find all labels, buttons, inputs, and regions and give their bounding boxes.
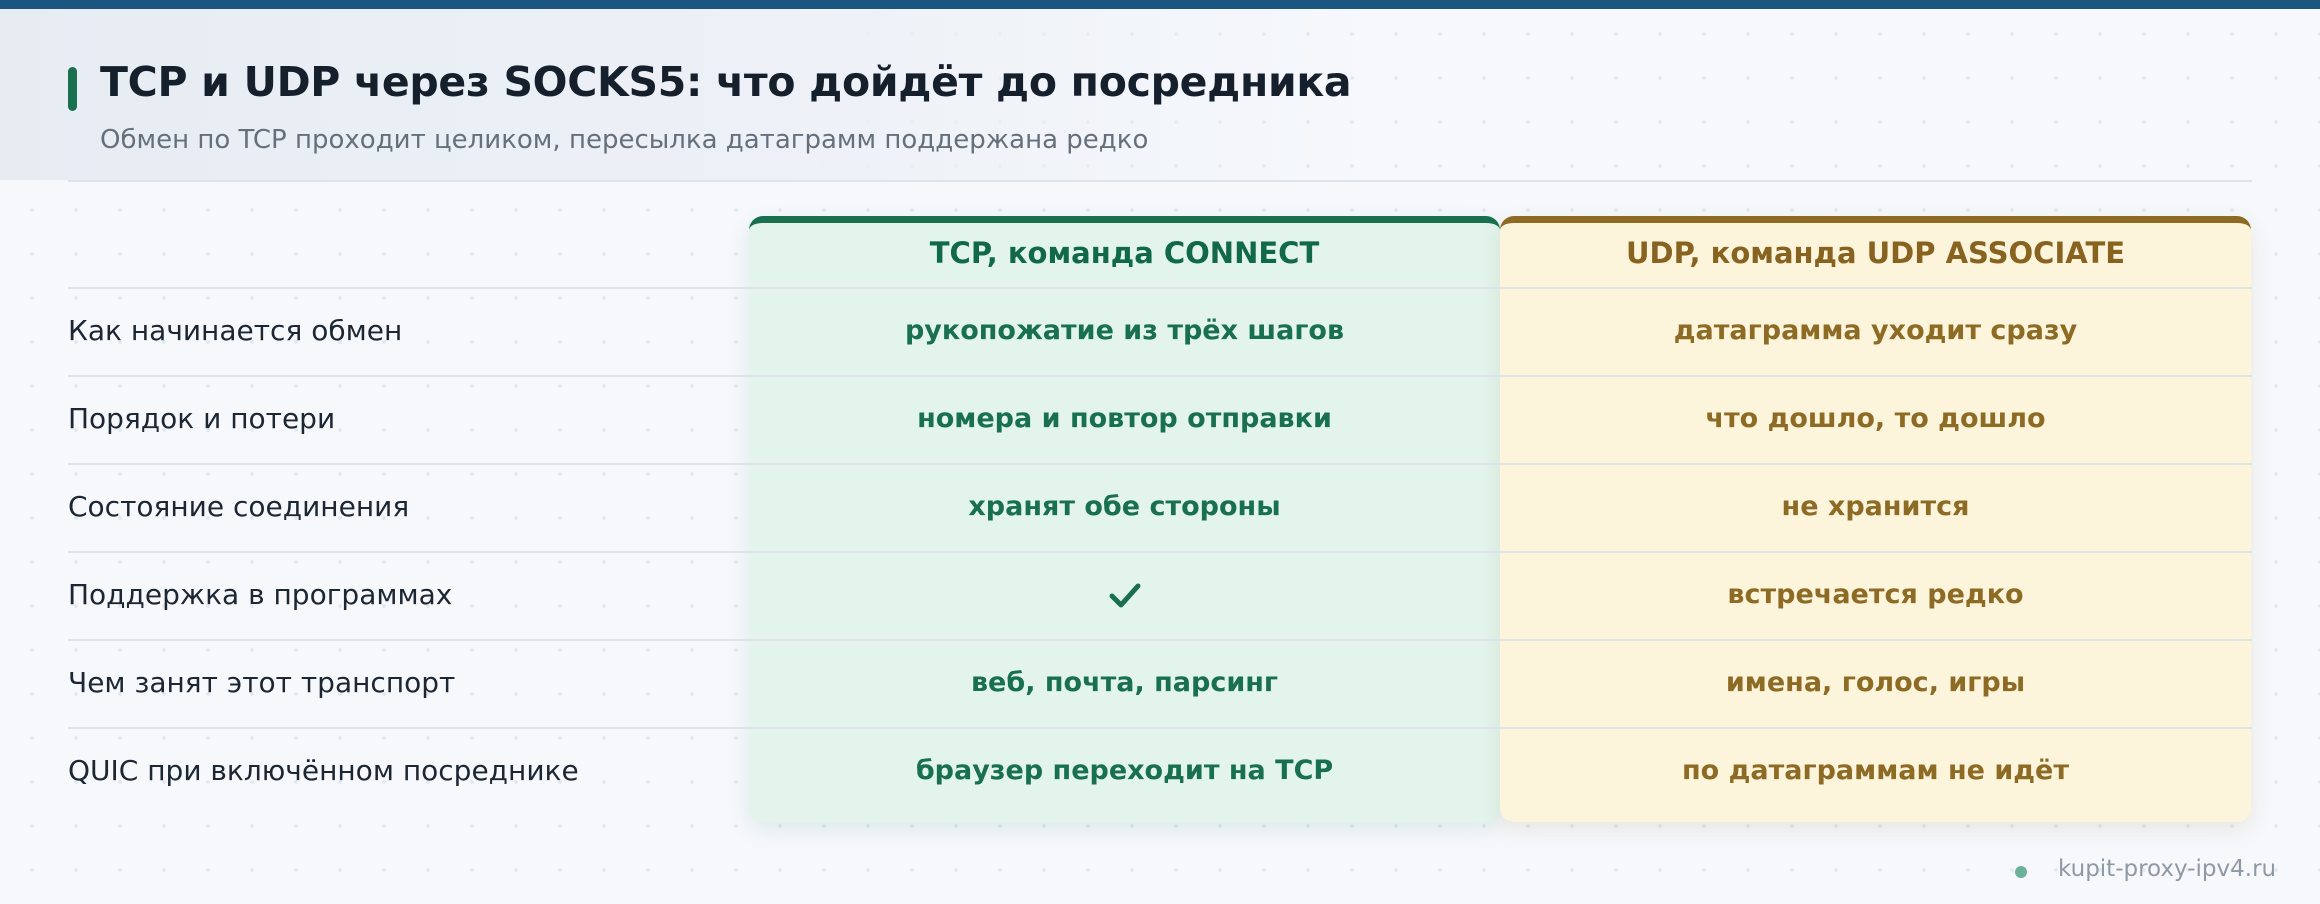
tcp-cell: рукопожатие из трёх шагов bbox=[904, 315, 1345, 346]
udp-cell: встречается редко bbox=[1727, 579, 2024, 610]
row-divider bbox=[68, 463, 2252, 465]
tcp-cell: браузер переходит на TCP bbox=[915, 755, 1334, 786]
udp-cell: что дошло, то дошло bbox=[1705, 403, 2046, 434]
row-divider bbox=[68, 375, 2252, 377]
tcp-cell: номера и повтор отправки bbox=[917, 403, 1332, 434]
row-divider bbox=[68, 639, 2252, 641]
row-divider bbox=[68, 287, 2252, 289]
udp-column-header: UDP, команда UDP ASSOCIATE bbox=[1625, 236, 2126, 270]
udp-cell: по датаграммам не идёт bbox=[1681, 755, 2070, 786]
udp-cell: не хранится bbox=[1781, 491, 1970, 522]
row-divider bbox=[68, 727, 2252, 729]
title-accent-bar bbox=[68, 67, 77, 111]
checkmark-icon bbox=[1109, 583, 1140, 608]
row-label: Как начинается обмен bbox=[68, 314, 403, 347]
tcp-column-header: TCP, команда CONNECT bbox=[929, 236, 1320, 270]
tcp-cell: веб, почта, парсинг bbox=[970, 667, 1279, 698]
row-label: Чем занят этот транспорт bbox=[68, 666, 456, 699]
row-label: Состояние соединения bbox=[68, 490, 410, 523]
row-divider bbox=[68, 551, 2252, 553]
page-title: TCP и UDP через SOCKS5: что дойдёт до по… bbox=[100, 58, 1352, 106]
tcp-cell bbox=[749, 578, 1500, 618]
tcp-cell: хранят обе стороны bbox=[968, 491, 1281, 522]
row-label: QUIC при включённом посреднике bbox=[68, 754, 579, 787]
row-label: Поддержка в программах bbox=[68, 578, 453, 611]
row-label: Порядок и потери bbox=[68, 402, 336, 435]
udp-cell: имена, голос, игры bbox=[1725, 667, 2026, 698]
page-subtitle: Обмен по TCP проходит целиком, пересылка… bbox=[100, 125, 1149, 155]
header-divider bbox=[68, 180, 2252, 182]
footer-site-link[interactable]: kupit-proxy-ipv4.ru bbox=[2058, 856, 2276, 882]
footer-dot bbox=[2015, 866, 2027, 878]
top-accent-bar bbox=[0, 0, 2320, 9]
udp-cell: датаграмма уходит сразу bbox=[1673, 315, 2078, 346]
